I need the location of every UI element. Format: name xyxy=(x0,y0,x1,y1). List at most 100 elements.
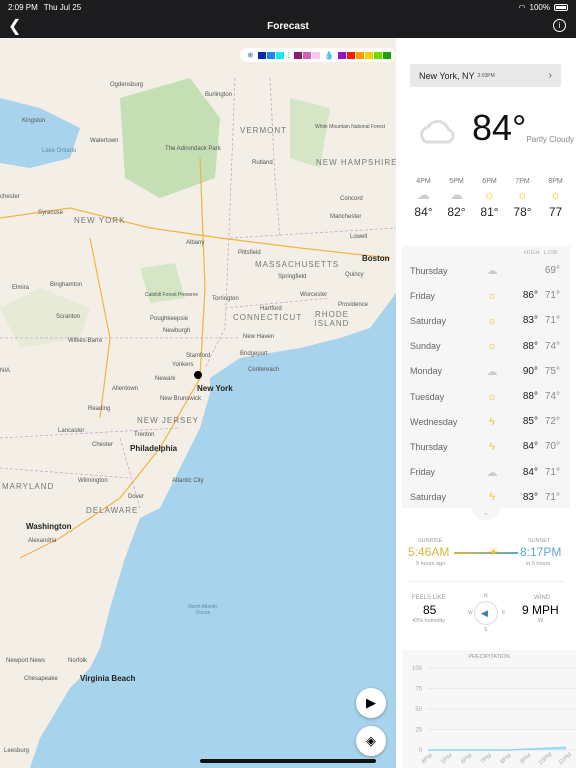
daily-header: HIGH LOW xyxy=(524,250,558,256)
divider xyxy=(408,581,564,582)
map-label: Virginia Beach xyxy=(80,674,136,683)
day-name: Friday xyxy=(410,467,436,478)
expand-handle[interactable]: ⌄ xyxy=(472,508,500,520)
map-label: Alexandria xyxy=(28,538,57,544)
cloud-icon: ☁ xyxy=(450,187,463,202)
sun-icon: ☼ xyxy=(516,187,529,202)
x-tick-label: 8PM xyxy=(500,753,513,766)
hour-label: 7PM xyxy=(515,178,530,185)
day-low: 70° xyxy=(544,441,560,453)
day-high: 90° xyxy=(522,365,538,377)
day-high: 86° xyxy=(522,290,538,302)
sunrise-relative: 9 hours ago xyxy=(416,561,446,567)
home-indicator xyxy=(200,759,376,763)
map-label: Binghamton xyxy=(50,282,83,288)
map-label: Quincy xyxy=(345,272,364,278)
location-selector[interactable]: New York, NY 3:03PM › xyxy=(410,64,561,87)
sun-icon: ☼ xyxy=(549,187,562,202)
page-title: Forecast xyxy=(267,20,309,32)
sun-icon: ☼ xyxy=(486,314,498,327)
thunderstorm-icon: ϟ xyxy=(489,415,495,428)
wind-dir: W xyxy=(538,618,544,624)
map-label: Allentown xyxy=(112,386,139,392)
daily-forecast: HIGH LOW Thursday ☁ 69° Friday ☼ 86° 71° Saturd… xyxy=(402,246,570,508)
map-label: NEW JERSEY xyxy=(137,416,200,425)
location-name: New York, NY xyxy=(419,70,475,81)
day-high: 84° xyxy=(522,441,538,453)
daily-row: Friday ☁ 84° 71° xyxy=(410,460,562,485)
map-label: Albany xyxy=(186,240,205,246)
info-button[interactable]: i xyxy=(553,19,566,32)
day-low: 71° xyxy=(544,491,560,503)
rain-drop-icon: 💧 xyxy=(323,50,334,60)
day-low: 71° xyxy=(544,315,560,327)
daily-row: Wednesday ϟ 85° 72° xyxy=(410,409,562,434)
map-label: Newport News xyxy=(6,658,46,664)
feels-like-value: 85 xyxy=(423,603,437,617)
hour-item: 5PM ☁ 82° xyxy=(447,178,466,219)
daily-row: Thursday ϟ 84° 70° xyxy=(410,434,562,459)
partly-cloudy-icon: ☁ xyxy=(486,265,498,277)
status-time: 2:09 PM xyxy=(8,2,38,12)
battery-percent: 100% xyxy=(529,2,550,12)
compass-s: S xyxy=(484,627,488,633)
compass-e: E xyxy=(502,610,506,616)
map-label: Centereach xyxy=(248,367,280,373)
wind-label: WIND xyxy=(534,595,550,601)
hour-label: 8PM xyxy=(548,178,563,185)
day-name: Saturday xyxy=(410,315,447,326)
map-label: Leesburg xyxy=(4,748,30,754)
back-button[interactable]: ❮ xyxy=(8,16,21,36)
map-label: Ogdensburg xyxy=(110,82,144,88)
map-label: Wilkes-Barre xyxy=(68,338,103,344)
sunrise-time: 5:46AM xyxy=(408,545,450,559)
sun-icon: ☼ xyxy=(486,390,498,403)
map-label: Lowell xyxy=(350,234,368,240)
day-low: 69° xyxy=(544,265,560,276)
daily-row: Thursday ☁ 69° xyxy=(410,258,562,283)
map-label: North Atlantic Ocean xyxy=(188,604,218,616)
day-name: Tuesday xyxy=(410,391,445,402)
map-label: Elmira xyxy=(12,285,30,291)
radar-map[interactable]: ❄ ⁞ 💧 Ogdensburg Burlington Kingston Lak… xyxy=(0,38,396,768)
hour-temp: 77 xyxy=(548,205,563,219)
hour-item: 8PM ☼ 77 xyxy=(546,178,565,219)
x-tick-label: 7PM xyxy=(480,753,493,766)
location-time: 3:03PM xyxy=(477,72,495,79)
thunderstorm-icon: ϟ xyxy=(489,440,495,453)
hour-temp: 81° xyxy=(480,205,499,219)
map-label: Dover xyxy=(128,494,145,500)
day-low: 72° xyxy=(544,416,560,428)
sunset-relative: in 5 hours xyxy=(526,561,551,567)
hour-label: 5PM xyxy=(449,178,464,185)
map-label: Pittsfield xyxy=(238,250,261,256)
map-label: Concord xyxy=(340,196,363,202)
hour-temp: 84° xyxy=(414,205,433,219)
hour-item: 6PM ☼ 81° xyxy=(480,178,499,219)
compass-w: W xyxy=(468,610,473,616)
map-label: Chester xyxy=(92,442,114,448)
y-tick-label: 0 xyxy=(419,748,423,754)
sun-icon: ☼ xyxy=(486,289,498,302)
feels-like-label: FEELS LIKE xyxy=(412,595,446,601)
map-label: MARYLAND xyxy=(2,482,55,491)
current-condition: Partly Cloudy xyxy=(526,135,575,144)
current-conditions: 84° Partly Cloudy xyxy=(416,110,574,146)
play-button[interactable]: ▶ xyxy=(356,688,386,718)
y-tick-label: 50 xyxy=(415,707,422,713)
map-label: RHODE ISLAND xyxy=(314,310,350,328)
map-label: MASSACHUSETTS xyxy=(255,260,340,269)
sunrise-label: SUNRISE xyxy=(418,538,443,544)
map-label: Hartford xyxy=(260,306,282,312)
map-label: Kingston xyxy=(22,118,46,124)
wifi-icon: ◠ xyxy=(518,2,526,12)
thunderstorm-icon: ϟ xyxy=(489,491,495,504)
x-tick-label: 10PM xyxy=(538,752,554,767)
sunset-label: SUNSET xyxy=(528,538,551,544)
layers-button[interactable]: ◈ xyxy=(356,726,386,756)
map-label: Providence xyxy=(338,302,369,308)
x-tick-label: 11PM xyxy=(558,752,574,766)
map-label: NEW YORK xyxy=(74,216,126,225)
map-label: New Brunswick xyxy=(160,396,202,402)
forecast-panel: New York, NY 3:03PM › 84° Partly Cloudy … xyxy=(396,38,576,768)
